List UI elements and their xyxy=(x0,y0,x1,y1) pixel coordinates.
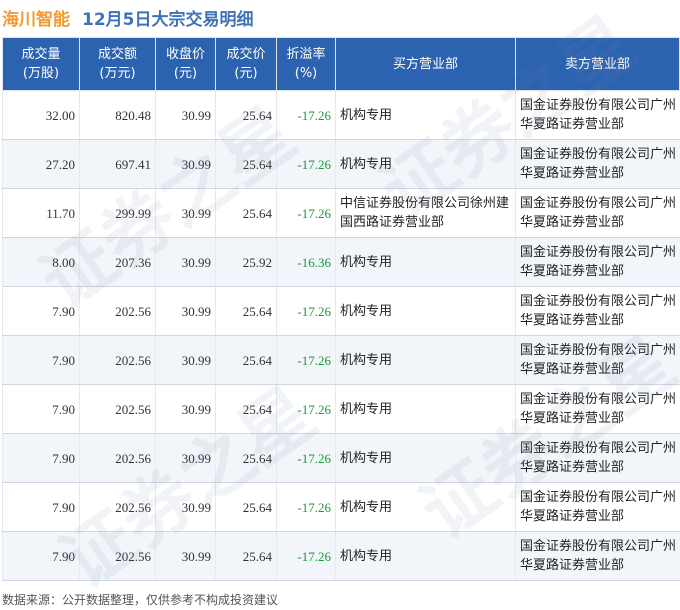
cell-seller: 国金证券股份有限公司广州华夏路证券营业部 xyxy=(515,433,680,483)
cell-volume: 32.00 xyxy=(2,90,80,140)
cell-premium: -17.26 xyxy=(276,433,336,483)
cell-price: 25.64 xyxy=(215,531,277,581)
cell-price: 25.92 xyxy=(215,237,277,287)
cell-premium: -17.26 xyxy=(276,335,336,385)
cell-amount: 820.48 xyxy=(79,90,156,140)
cell-volume: 7.90 xyxy=(2,384,80,434)
cell-amount: 207.36 xyxy=(79,237,156,287)
cell-close: 30.99 xyxy=(155,237,216,287)
cell-amount: 202.56 xyxy=(79,482,156,532)
cell-amount: 697.41 xyxy=(79,139,156,189)
cell-buyer: 机构专用 xyxy=(335,90,516,140)
cell-premium: -17.26 xyxy=(276,286,336,336)
table-header-row: 成交量 (万股) 成交额 (万元) 收盘价 (元) 成交价 (元) 折溢率 (%) 买方营… xyxy=(2,37,680,91)
data-source-note: 数据来源：公开数据整理，仅供参考不构成投资建议 xyxy=(2,593,279,607)
table-row: 27.20 697.41 30.99 25.64 -17.26 机构专用 国金证… xyxy=(2,139,680,189)
cell-price: 25.64 xyxy=(215,335,277,385)
cell-close: 30.99 xyxy=(155,433,216,483)
cell-price: 25.64 xyxy=(215,482,277,532)
table-row: 7.90 202.56 30.99 25.64 -17.26 机构专用 国金证券… xyxy=(2,384,680,434)
column-header-premium: 折溢率 (%) xyxy=(276,37,336,91)
cell-close: 30.99 xyxy=(155,384,216,434)
block-trade-table: 成交量 (万股) 成交额 (万元) 收盘价 (元) 成交价 (元) 折溢率 (%) 买方营… xyxy=(2,37,680,581)
column-header-volume: 成交量 (万股) xyxy=(2,37,80,91)
cell-volume: 11.70 xyxy=(2,188,80,238)
cell-volume: 7.90 xyxy=(2,482,80,532)
cell-buyer: 机构专用 xyxy=(335,139,516,189)
cell-buyer: 机构专用 xyxy=(335,286,516,336)
cell-seller: 国金证券股份有限公司广州华夏路证券营业部 xyxy=(515,335,680,385)
cell-amount: 202.56 xyxy=(79,433,156,483)
cell-volume: 8.00 xyxy=(2,237,80,287)
cell-close: 30.99 xyxy=(155,531,216,581)
cell-close: 30.99 xyxy=(155,90,216,140)
cell-seller: 国金证券股份有限公司广州华夏路证券营业部 xyxy=(515,90,680,140)
cell-price: 25.64 xyxy=(215,384,277,434)
stock-name: 海川智能 xyxy=(2,9,70,30)
cell-seller: 国金证券股份有限公司广州华夏路证券营业部 xyxy=(515,531,680,581)
table-row: 7.90 202.56 30.99 25.64 -17.26 机构专用 国金证券… xyxy=(2,433,680,483)
cell-seller: 国金证券股份有限公司广州华夏路证券营业部 xyxy=(515,139,680,189)
cell-premium: -17.26 xyxy=(276,531,336,581)
column-header-buyer: 买方营业部 xyxy=(335,37,516,91)
cell-premium: -17.26 xyxy=(276,384,336,434)
cell-amount: 202.56 xyxy=(79,286,156,336)
cell-amount: 299.99 xyxy=(79,188,156,238)
cell-price: 25.64 xyxy=(215,139,277,189)
cell-buyer: 中信证券股份有限公司徐州建国西路证券营业部 xyxy=(335,188,516,238)
table-row: 32.00 820.48 30.99 25.64 -17.26 机构专用 国金证… xyxy=(2,90,680,140)
cell-amount: 202.56 xyxy=(79,384,156,434)
cell-premium: -17.26 xyxy=(276,139,336,189)
cell-seller: 国金证券股份有限公司广州华夏路证券营业部 xyxy=(515,384,680,434)
column-header-price: 成交价 (元) xyxy=(215,37,277,91)
table-row: 7.90 202.56 30.99 25.64 -17.26 机构专用 国金证券… xyxy=(2,335,680,385)
table-row: 11.70 299.99 30.99 25.64 -17.26 中信证券股份有限… xyxy=(2,188,680,238)
cell-amount: 202.56 xyxy=(79,335,156,385)
cell-seller: 国金证券股份有限公司广州华夏路证券营业部 xyxy=(515,237,680,287)
cell-seller: 国金证券股份有限公司广州华夏路证券营业部 xyxy=(515,482,680,532)
cell-volume: 7.90 xyxy=(2,531,80,581)
table-row: 7.90 202.56 30.99 25.64 -17.26 机构专用 国金证券… xyxy=(2,531,680,581)
cell-premium: -17.26 xyxy=(276,482,336,532)
cell-buyer: 机构专用 xyxy=(335,482,516,532)
page-title: 12月5日大宗交易明细 xyxy=(82,9,254,30)
cell-price: 25.64 xyxy=(215,433,277,483)
table-row: 7.90 202.56 30.99 25.64 -17.26 机构专用 国金证券… xyxy=(2,482,680,532)
column-header-amount: 成交额 (万元) xyxy=(79,37,156,91)
cell-price: 25.64 xyxy=(215,90,277,140)
cell-volume: 7.90 xyxy=(2,286,80,336)
cell-amount: 202.56 xyxy=(79,531,156,581)
cell-close: 30.99 xyxy=(155,335,216,385)
column-header-seller: 卖方营业部 xyxy=(515,37,680,91)
cell-close: 30.99 xyxy=(155,139,216,189)
cell-price: 25.64 xyxy=(215,286,277,336)
cell-close: 30.99 xyxy=(155,188,216,238)
column-header-close: 收盘价 (元) xyxy=(155,37,216,91)
cell-seller: 国金证券股份有限公司广州华夏路证券营业部 xyxy=(515,188,680,238)
table-row: 7.90 202.56 30.99 25.64 -17.26 机构专用 国金证券… xyxy=(2,286,680,336)
title-bar: 海川智能 12月5日大宗交易明细 xyxy=(0,0,680,34)
cell-buyer: 机构专用 xyxy=(335,433,516,483)
cell-buyer: 机构专用 xyxy=(335,237,516,287)
cell-volume: 7.90 xyxy=(2,335,80,385)
cell-buyer: 机构专用 xyxy=(335,335,516,385)
cell-volume: 7.90 xyxy=(2,433,80,483)
table-row: 8.00 207.36 30.99 25.92 -16.36 机构专用 国金证券… xyxy=(2,237,680,287)
cell-buyer: 机构专用 xyxy=(335,531,516,581)
cell-premium: -17.26 xyxy=(276,188,336,238)
cell-premium: -16.36 xyxy=(276,237,336,287)
cell-price: 25.64 xyxy=(215,188,277,238)
cell-seller: 国金证券股份有限公司广州华夏路证券营业部 xyxy=(515,286,680,336)
cell-buyer: 机构专用 xyxy=(335,384,516,434)
cell-close: 30.99 xyxy=(155,482,216,532)
cell-close: 30.99 xyxy=(155,286,216,336)
cell-premium: -17.26 xyxy=(276,90,336,140)
cell-volume: 27.20 xyxy=(2,139,80,189)
